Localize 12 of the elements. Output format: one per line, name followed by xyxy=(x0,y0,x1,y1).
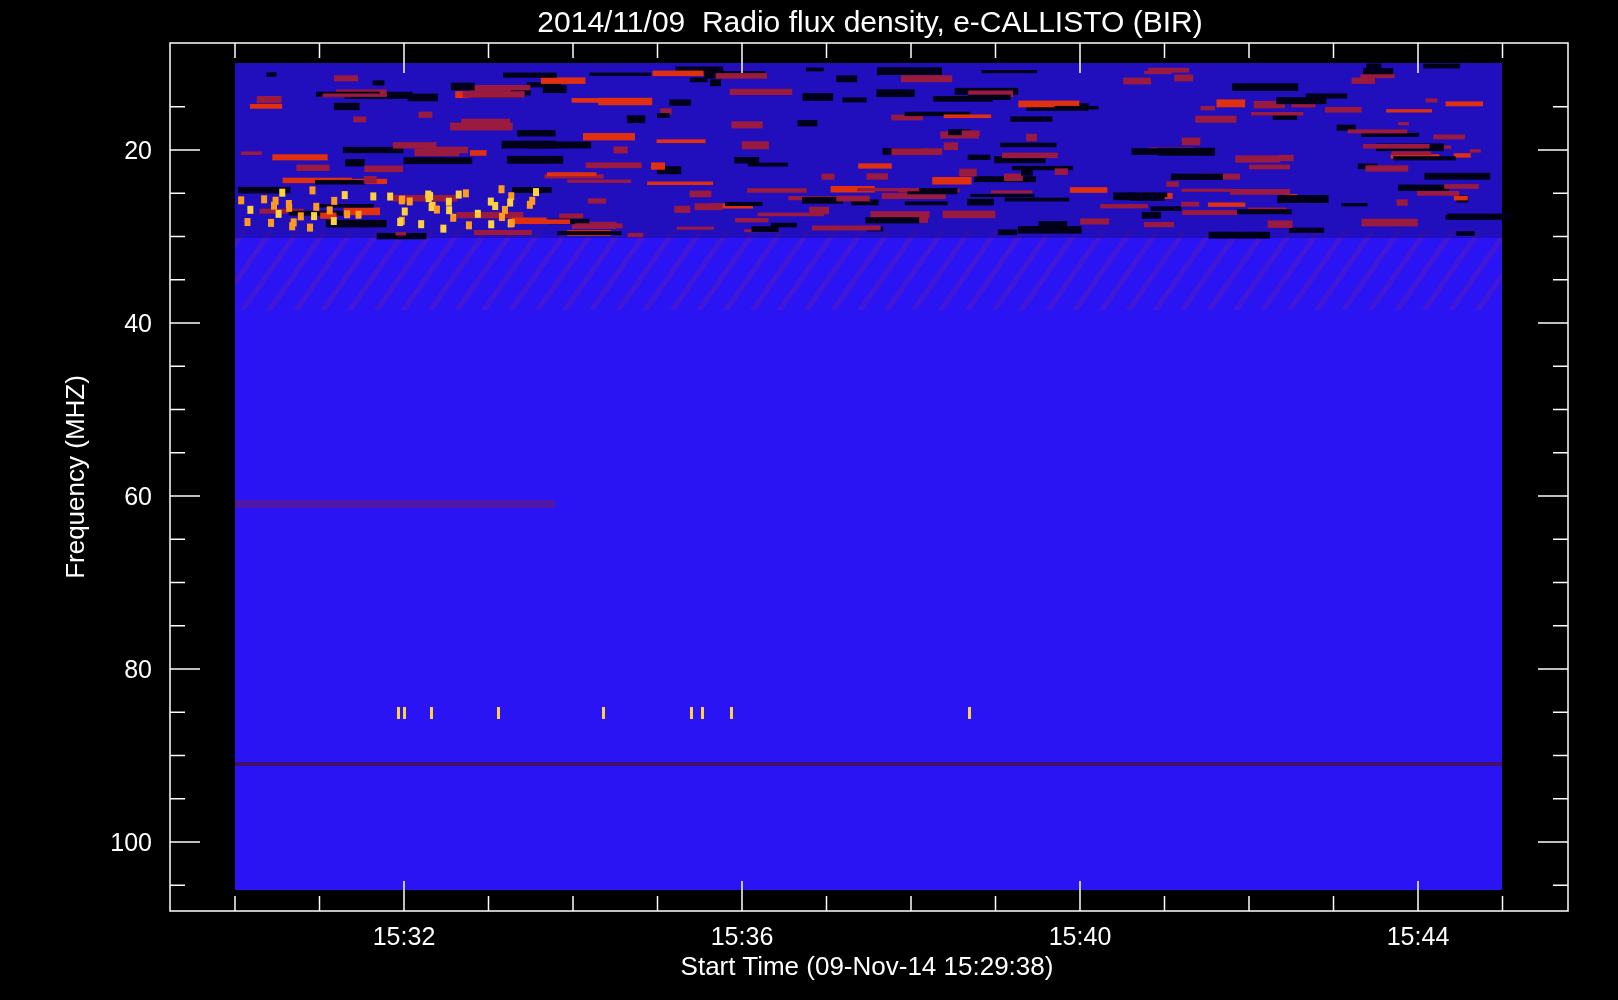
axis-tick-label: 15:40 xyxy=(1048,922,1112,950)
axis-tick-label: 60 xyxy=(124,482,152,510)
axis-tick-label: 100 xyxy=(110,828,152,856)
y-axis-label: Frequency (MHZ) xyxy=(60,375,90,579)
axis-tick-label: 15:32 xyxy=(372,922,436,950)
axis-tick-label: 15:36 xyxy=(710,922,774,950)
axis-tick-label: 40 xyxy=(124,309,152,337)
axis-tick-label: 80 xyxy=(124,655,152,683)
axis-tick-label: 15:44 xyxy=(1386,922,1450,950)
plot-title: 2014/11/09 Radio flux density, e-CALLISTO (BIR) xyxy=(537,5,1203,38)
axis-tick-label: 20 xyxy=(124,136,152,164)
x-axis-label: Start Time (09-Nov-14 15:29:38) xyxy=(680,951,1054,981)
